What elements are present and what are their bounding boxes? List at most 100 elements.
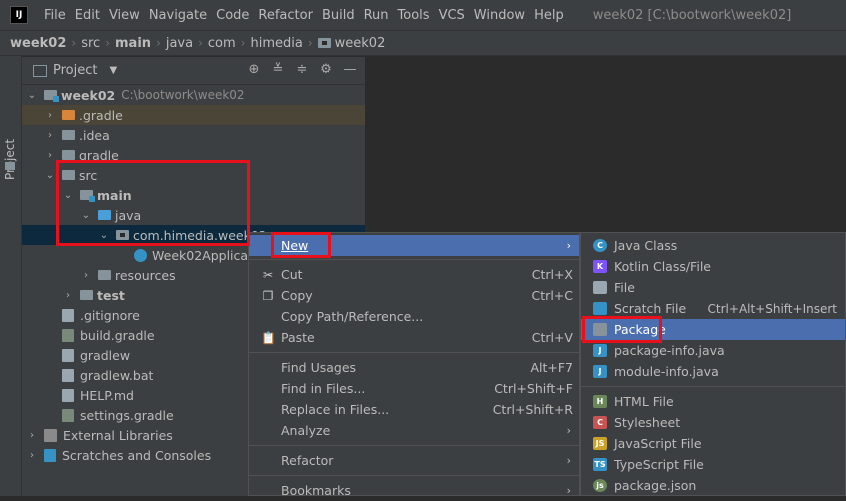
structure-icon[interactable] xyxy=(5,162,15,170)
submenu-item-stylesheet[interactable]: C Stylesheet xyxy=(581,412,845,433)
tree-item-label: build.gradle xyxy=(80,327,155,343)
css-file-icon: C xyxy=(593,416,607,429)
submenu-item-module-info[interactable]: J module-info.java xyxy=(581,361,845,382)
breadcrumb-main[interactable]: main xyxy=(115,36,151,51)
chevron-right-icon[interactable]: › xyxy=(44,130,56,141)
module-folder-icon xyxy=(44,90,59,102)
menu-item-new[interactable]: New › xyxy=(249,235,579,256)
chevron-right-icon[interactable]: › xyxy=(26,430,38,441)
menu-help[interactable]: Help xyxy=(534,8,564,23)
tree-item-main[interactable]: ⌄ main xyxy=(22,185,365,205)
tree-item-label: src xyxy=(79,167,98,183)
menu-item-copy[interactable]: ❐ Copy Ctrl+C xyxy=(249,285,579,306)
menu-view[interactable]: View xyxy=(109,8,140,23)
menu-item-analyze[interactable]: Analyze › xyxy=(249,420,579,441)
menu-file[interactable]: File xyxy=(44,8,66,23)
submenu-item-package-info[interactable]: J package-info.java xyxy=(581,340,845,361)
menu-run[interactable]: Run xyxy=(364,8,389,23)
package-folder-icon xyxy=(317,38,331,48)
intellij-logo-icon: IJ xyxy=(10,6,28,24)
menu-refactor[interactable]: Refactor xyxy=(258,8,313,23)
breadcrumb-com[interactable]: com xyxy=(208,36,236,51)
chevron-right-icon[interactable]: › xyxy=(80,270,92,281)
html-file-icon: H xyxy=(593,395,607,408)
submenu-item-package-json[interactable]: js package.json xyxy=(581,475,845,496)
chevron-right-icon[interactable]: › xyxy=(26,450,38,461)
menu-item-bookmarks[interactable]: Bookmarks › xyxy=(249,480,579,501)
tree-item-gradle-dir[interactable]: › .gradle xyxy=(22,105,365,125)
menu-edit[interactable]: Edit xyxy=(75,8,100,23)
folder-icon xyxy=(62,170,75,180)
menu-vcs[interactable]: VCS xyxy=(439,8,465,23)
gear-icon[interactable]: ⚙ xyxy=(319,63,333,77)
submenu-item-file[interactable]: File xyxy=(581,277,845,298)
window-title: week02 [C:\bootwork\week02] xyxy=(592,7,792,23)
tree-item-gradle[interactable]: › gradle xyxy=(22,145,365,165)
chevron-right-icon: › xyxy=(566,454,571,467)
menu-bar: IJ File Edit View Navigate Code Refactor… xyxy=(0,0,846,30)
submenu-item-kotlin-class[interactable]: K Kotlin Class/File xyxy=(581,256,845,277)
submenu-item-javascript-file[interactable]: JS JavaScript File xyxy=(581,433,845,454)
submenu-item-html-file[interactable]: H HTML File xyxy=(581,391,845,412)
tree-item-src[interactable]: ⌄ src xyxy=(22,165,365,185)
chevron-down-icon[interactable]: ⌄ xyxy=(26,90,38,101)
menu-item-copy-path[interactable]: Copy Path/Reference... xyxy=(249,306,579,327)
menu-navigate[interactable]: Navigate xyxy=(149,8,207,23)
menu-item-find-usages[interactable]: Find Usages Alt+F7 xyxy=(249,357,579,378)
tree-item-idea[interactable]: › .idea xyxy=(22,125,365,145)
submenu-item-java-class[interactable]: C Java Class xyxy=(581,235,845,256)
menu-item-cut[interactable]: ✂ Cut Ctrl+X xyxy=(249,264,579,285)
tree-item-root[interactable]: ⌄ week02 C:\bootwork\week02 xyxy=(22,85,365,105)
submenu-item-package[interactable]: Package xyxy=(581,319,845,340)
new-submenu: C Java Class K Kotlin Class/File File Sc… xyxy=(580,232,846,496)
breadcrumb-week02-package[interactable]: week02 xyxy=(335,36,386,51)
submenu-item-typescript-file[interactable]: TS TypeScript File xyxy=(581,454,845,475)
project-view-icon xyxy=(33,64,47,77)
menu-item-find-in-files[interactable]: Find in Files... Ctrl+Shift+F xyxy=(249,378,579,399)
menu-item-paste[interactable]: 📋 Paste Ctrl+V xyxy=(249,327,579,348)
tree-item-java[interactable]: ⌄ java xyxy=(22,205,365,225)
chevron-down-icon[interactable]: ▼ xyxy=(109,65,117,76)
chevron-down-icon[interactable]: ⌄ xyxy=(80,210,92,221)
menu-item-refactor[interactable]: Refactor › xyxy=(249,450,579,471)
chevron-right-icon: › xyxy=(307,36,313,50)
breadcrumb-week02[interactable]: week02 xyxy=(10,36,66,51)
expand-all-icon[interactable]: ≚ xyxy=(271,63,285,77)
menu-tools[interactable]: Tools xyxy=(398,8,430,23)
chevron-right-icon[interactable]: › xyxy=(62,290,74,301)
script-file-icon xyxy=(62,348,74,362)
menu-build[interactable]: Build xyxy=(322,8,355,23)
scratches-icon xyxy=(44,448,56,462)
folder-icon xyxy=(62,110,75,120)
chevron-right-icon: › xyxy=(240,36,246,50)
folder-icon xyxy=(62,130,75,140)
chevron-down-icon[interactable]: ⌄ xyxy=(98,230,110,241)
tree-item-label: com.himedia.week02 xyxy=(133,227,267,243)
breadcrumb-src[interactable]: src xyxy=(81,36,100,51)
gradle-file-icon xyxy=(62,328,74,342)
collapse-all-icon[interactable]: ≑ xyxy=(295,63,309,77)
tree-item-label: gradle xyxy=(79,147,119,163)
chevron-down-icon[interactable]: ⌄ xyxy=(44,170,56,181)
chevron-right-icon: › xyxy=(105,36,110,50)
scissors-icon: ✂ xyxy=(262,267,274,282)
project-panel-title[interactable]: Project xyxy=(53,63,97,78)
tree-item-label: Scratches and Consoles xyxy=(62,447,212,463)
tree-item-label: java xyxy=(115,207,142,223)
chevron-right-icon[interactable]: › xyxy=(44,150,56,161)
source-folder-icon xyxy=(98,210,111,220)
javascript-file-icon: JS xyxy=(593,437,607,450)
minimize-icon[interactable]: — xyxy=(343,63,357,77)
locate-icon[interactable]: ⊕ xyxy=(247,63,261,77)
menu-item-replace-in-files[interactable]: Replace in Files... Ctrl+Shift+R xyxy=(249,399,579,420)
submenu-item-scratch-file[interactable]: Scratch File Ctrl+Alt+Shift+Insert xyxy=(581,298,845,319)
file-icon xyxy=(62,368,74,382)
folder-icon xyxy=(80,290,93,300)
chevron-right-icon[interactable]: › xyxy=(44,110,56,121)
chevron-down-icon[interactable]: ⌄ xyxy=(62,190,74,201)
menu-code[interactable]: Code xyxy=(216,8,249,23)
breadcrumb-himedia[interactable]: himedia xyxy=(250,36,302,51)
breadcrumb-java[interactable]: java xyxy=(166,36,193,51)
menu-window[interactable]: Window xyxy=(474,8,525,23)
folder-icon xyxy=(62,150,75,160)
